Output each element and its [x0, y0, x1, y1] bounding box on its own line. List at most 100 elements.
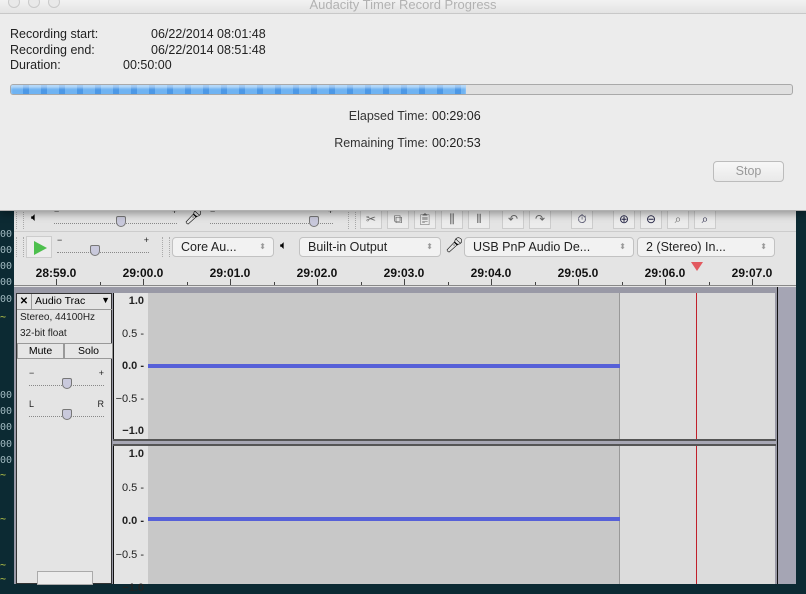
playback-device-select[interactable]: Built-in Output ⬍ [299, 237, 441, 257]
close-track-icon[interactable]: ✕ [17, 294, 32, 309]
minus-label: − [29, 368, 35, 378]
recording-channels-select[interactable]: 2 (Stereo) In... ⬍ [637, 237, 775, 257]
recording-end-value: 06/22/2014 08:51:48 [151, 43, 266, 57]
terminal-line: ~ [0, 312, 7, 323]
toolbar-grip[interactable] [162, 237, 170, 257]
timer-record-progress-dialog: Audacity Timer Record Progress Recording… [0, 0, 806, 211]
vertical-scale-left[interactable]: 1.0 0.5 - 0.0 - −0.5 - −1.0 [113, 293, 148, 439]
toolbar-grip[interactable] [16, 237, 24, 257]
elapsed-time-label: Elapsed Time: [348, 109, 428, 123]
terminal-line: 00 [0, 261, 13, 272]
play-speed-slider[interactable]: − + [57, 235, 149, 256]
track-menu-dropdown-icon[interactable]: ▼ [101, 295, 110, 305]
record-cursor [696, 446, 697, 584]
ruler-major-tick [230, 279, 231, 285]
solo-button[interactable]: Solo [64, 343, 113, 359]
playhead-marker[interactable] [691, 262, 703, 271]
terminal-line: 00 [0, 390, 13, 401]
elapsed-time-value: 00:29:06 [432, 109, 481, 123]
title-bar[interactable]: Audacity Timer Record Progress [0, 0, 806, 14]
play-at-speed-button[interactable] [26, 236, 52, 258]
minus-label: − [57, 235, 63, 245]
slider-knob[interactable] [89, 245, 100, 256]
terminal-line: 00 [0, 229, 13, 240]
ruler-label: 29:00.0 [122, 266, 164, 280]
slider-knob[interactable] [61, 378, 72, 389]
channel-separator [113, 439, 776, 446]
stop-button[interactable]: Stop [713, 161, 784, 182]
ruler-minor-tick [447, 282, 449, 285]
ruler-minor-tick [186, 282, 188, 285]
trim-button[interactable]: ⫼ [441, 208, 463, 229]
vertical-scrollbar[interactable] [777, 287, 796, 584]
terminal-line: 00 [0, 294, 13, 305]
scale-label: 0.0 - [121, 360, 144, 372]
desktop-background [796, 200, 806, 584]
toolbar-grip[interactable] [16, 209, 24, 229]
track-format: Stereo, 44100Hz [20, 312, 96, 323]
recording-end-label: Recording end: [10, 43, 95, 57]
plus-label: + [98, 368, 104, 378]
waveform-signal [148, 364, 620, 368]
slider-knob[interactable] [309, 216, 320, 227]
copy-button[interactable]: ⧉ [387, 208, 409, 229]
slider-knob[interactable] [116, 216, 127, 227]
ruler-label: 29:03.0 [383, 266, 425, 280]
ruler-major-tick [752, 279, 753, 285]
audacity-window: 🔈︎ − + 🎤︎ − + ✂ ⧉ 📋︎ ⫼ ⫴ ↶ ↷ ⏱︎ ⊕ ⊖ ⌕ ⌕ [14, 200, 806, 594]
ruler-label: 28:59.0 [35, 266, 77, 280]
collapse-track-button[interactable] [37, 571, 93, 585]
track-name[interactable]: Audio Trac [35, 295, 85, 307]
fit-project-button[interactable]: ⌕ [694, 208, 716, 229]
device-toolbar: Core Au... ⬍ 🔈︎ Built-in Output ⬍ 🎤︎ USB P… [162, 233, 806, 261]
duration-value: 00:50:00 [123, 58, 172, 72]
zoom-in-button[interactable]: ⊕ [613, 208, 635, 229]
gain-slider[interactable]: − + [29, 368, 104, 389]
remaining-time-label: Remaining Time: [334, 136, 428, 150]
scale-label: −0.5 - [115, 392, 144, 405]
slider-knob[interactable] [61, 409, 72, 420]
play-icon [34, 241, 47, 255]
record-cursor [696, 293, 697, 439]
recording-start-label: Recording start: [10, 27, 99, 41]
toolbar-grip[interactable] [348, 209, 356, 229]
recording-device-select[interactable]: USB PnP Audio De... ⬍ [464, 237, 634, 257]
transcription-toolbar: − + [14, 233, 161, 261]
redo-button[interactable]: ↷ [529, 208, 551, 229]
vertical-scale-right[interactable]: 1.0 0.5 -0.0 - −0.5 - −1.0 [113, 446, 148, 594]
playback-volume-slider[interactable]: − + [54, 206, 177, 227]
pan-slider[interactable]: L R [29, 399, 104, 420]
zoom-out-button[interactable]: ⊖ [640, 208, 662, 229]
fit-selection-button[interactable]: ⌕ [667, 208, 689, 229]
record-volume-slider[interactable]: − + [210, 206, 333, 227]
timeline-ruler[interactable]: 28:59.0 29:00.0 29:01.0 29:02.0 29:03.0 29:04… [14, 262, 806, 286]
terminal-line: 00 [0, 277, 13, 288]
ruler-minor-tick [273, 282, 275, 285]
ruler-major-tick [665, 279, 666, 285]
mute-button[interactable]: Mute [17, 343, 64, 359]
scale-label: 0.5 - [121, 327, 144, 340]
terminal-line: ~ [0, 574, 7, 585]
silence-button[interactable]: ⫴ [468, 208, 490, 229]
ruler-label: 29:05.0 [557, 266, 599, 280]
terminal-line: ~ [0, 470, 7, 481]
ruler-major-tick [56, 279, 57, 285]
waveform-channel-left[interactable] [148, 293, 775, 439]
track-area: ✕ Audio Trac ▼ Stereo, 44100Hz 32-bit fl… [14, 287, 796, 594]
audio-host-select[interactable]: Core Au... ⬍ [172, 237, 274, 257]
ruler-major-tick [143, 279, 144, 285]
paste-button[interactable]: 📋︎ [414, 208, 436, 229]
track-name-bar[interactable]: ✕ Audio Trac ▼ [17, 294, 113, 310]
remaining-time-value: 00:20:53 [432, 136, 481, 150]
terminal-line: 00 [0, 245, 13, 256]
ruler-minor-tick [621, 282, 623, 285]
ruler-label: 29:07.0 [731, 266, 773, 280]
terminal-line: ~ [0, 514, 7, 525]
track-control-panel[interactable]: ✕ Audio Trac ▼ Stereo, 44100Hz 32-bit fl… [16, 293, 113, 585]
trim-audio-button[interactable]: ✂ [360, 208, 382, 229]
waveform-channel-right[interactable] [148, 446, 775, 584]
scale-label: 1.0 [128, 448, 144, 460]
sync-lock-button[interactable]: ⏱︎ [571, 208, 593, 229]
terminal-line: 00 [0, 406, 13, 417]
undo-button[interactable]: ↶ [502, 208, 524, 229]
